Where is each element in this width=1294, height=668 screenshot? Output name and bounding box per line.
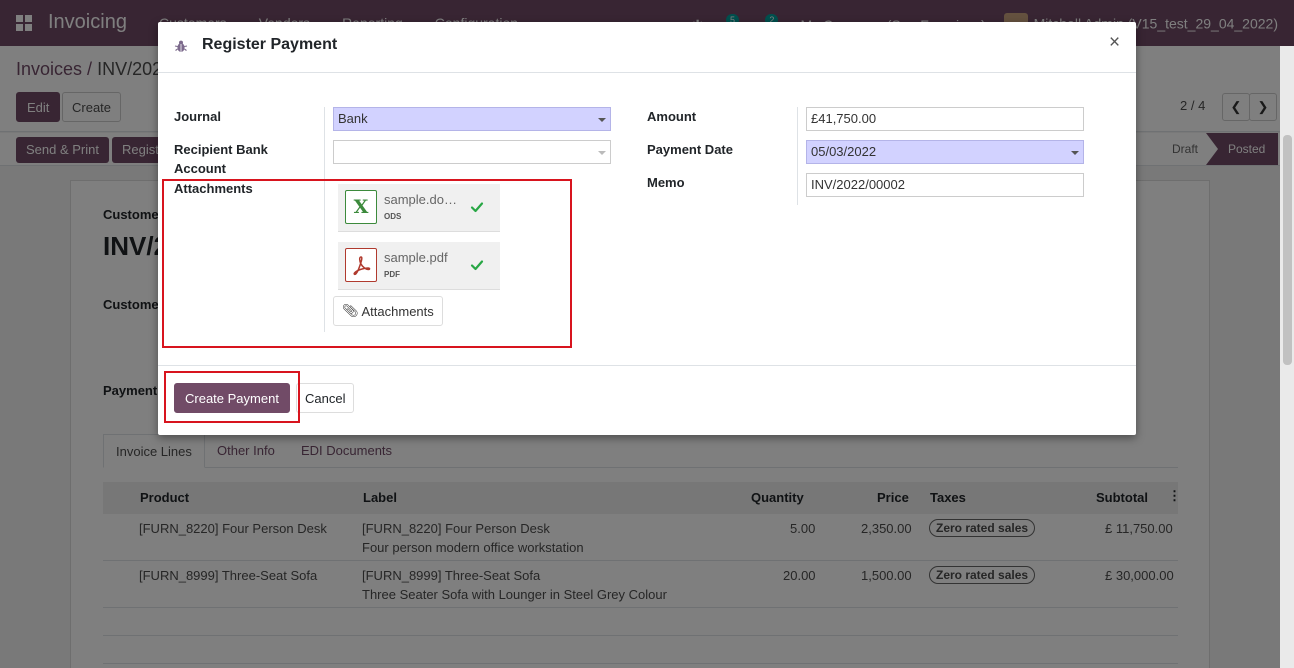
close-icon[interactable]: × — [1109, 33, 1120, 53]
payment-date-label: Payment Date — [647, 142, 733, 157]
memo-input[interactable]: INV/2022/00002 — [806, 173, 1084, 197]
scrollbar-thumb[interactable] — [1283, 135, 1292, 365]
amount-value: £41,750.00 — [811, 111, 877, 126]
memo-value: INV/2022/00002 — [811, 177, 905, 192]
amount-label: Amount — [647, 109, 697, 124]
recipient-bank-select[interactable] — [333, 140, 611, 164]
journal-select[interactable]: Bank — [333, 107, 611, 131]
create-payment-highlight-box — [164, 371, 300, 423]
recipient-bank-label: Recipient Bank Account — [174, 140, 268, 178]
attachments-highlight-box — [162, 179, 572, 348]
payment-date-input[interactable]: 05/03/2022 — [806, 140, 1084, 164]
chevron-down-icon — [598, 118, 606, 122]
recipient-bank-label-line1: Recipient Bank — [174, 142, 268, 157]
chevron-down-icon — [598, 151, 606, 155]
bug-icon — [174, 40, 188, 52]
field-separator — [797, 107, 798, 205]
recipient-bank-label-line2: Account — [174, 161, 226, 176]
modal-header: Register Payment × — [158, 22, 1136, 73]
modal-footer: Create Payment Cancel — [158, 365, 1136, 435]
journal-label: Journal — [174, 109, 221, 124]
modal-title: Register Payment — [202, 36, 338, 53]
cancel-button[interactable]: Cancel — [296, 383, 355, 413]
memo-label: Memo — [647, 175, 685, 190]
payment-date-value: 05/03/2022 — [811, 144, 877, 159]
journal-value: Bank — [338, 111, 368, 126]
chevron-down-icon — [1071, 151, 1079, 155]
amount-input[interactable]: £41,750.00 — [806, 107, 1084, 131]
